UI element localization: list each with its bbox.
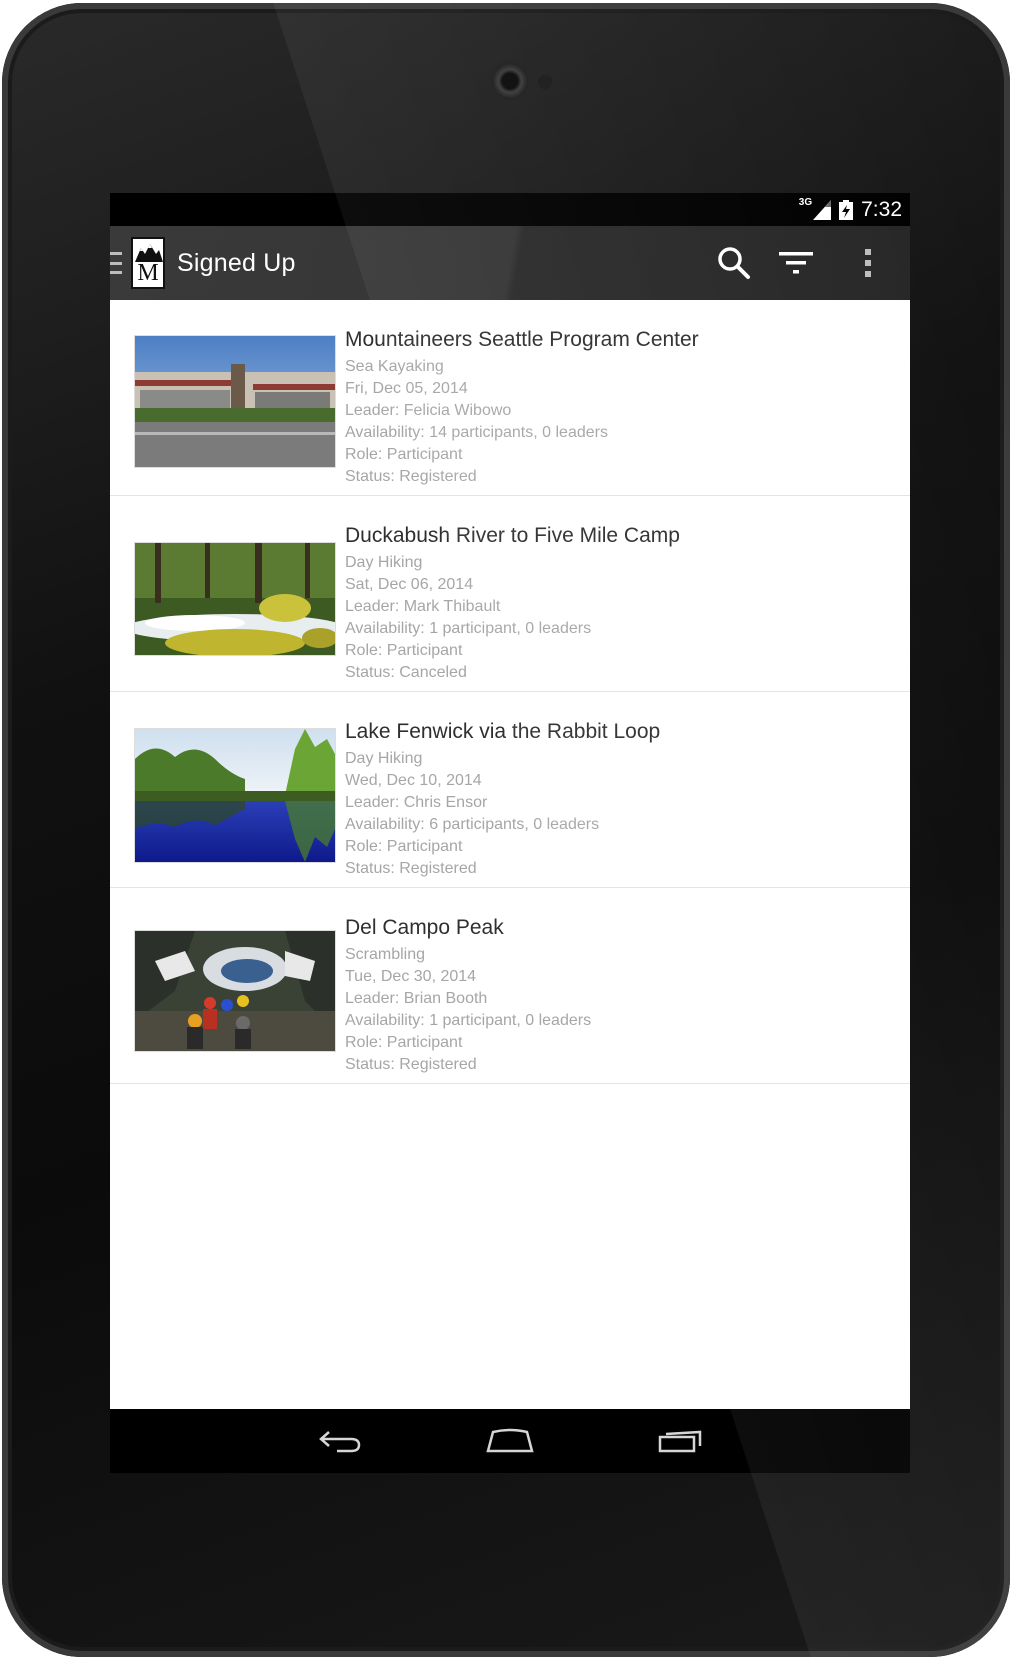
signal-strength-icon [813, 199, 832, 220]
building-photo [134, 335, 336, 468]
event-date: Sat, Dec 06, 2014 [345, 576, 474, 593]
search-button[interactable] [714, 243, 754, 283]
network-type-label: 3G [798, 197, 813, 208]
event-info: Del Campo Peak Scrambling Tue, Dec 30, 2… [345, 914, 591, 1076]
event-title: Del Campo Peak [345, 916, 504, 939]
river-photo [134, 542, 336, 656]
event-list: Mountaineers Seattle Program Center Sea … [110, 300, 910, 1084]
overflow-menu-icon [865, 249, 871, 277]
event-role: Role: Participant [345, 1034, 463, 1051]
page-title: Signed Up [177, 248, 296, 277]
event-role: Role: Participant [345, 642, 463, 659]
overflow-menu-button[interactable] [848, 243, 888, 283]
drawer-icon[interactable] [110, 252, 124, 274]
event-activity: Scrambling [345, 946, 426, 963]
climbers-photo [134, 930, 336, 1052]
event-availability: Availability: 14 participants, 0 leaders [345, 424, 608, 441]
event-availability: Availability: 1 participant, 0 leaders [345, 1012, 592, 1029]
event-info: Duckabush River to Five Mile Camp Day Hi… [345, 522, 680, 684]
status-bar: 3G 7:32 [110, 193, 910, 226]
event-leader: Leader: Brian Booth [345, 990, 488, 1007]
event-status: Status: Registered [345, 860, 477, 877]
tablet-device-frame: 3G 7:32 M Signed Up Mountaineers Seattle… [2, 3, 1010, 1657]
battery-icon [839, 199, 854, 220]
event-list-item[interactable]: Mountaineers Seattle Program Center Sea … [110, 300, 910, 496]
logo-letter: M [137, 260, 159, 286]
home-button[interactable] [480, 1421, 540, 1461]
action-bar: M Signed Up [110, 226, 910, 300]
event-leader: Leader: Felicia Wibowo [345, 402, 512, 419]
back-icon [319, 1431, 361, 1453]
event-list-item[interactable]: Lake Fenwick via the Rabbit Loop Day Hik… [110, 692, 910, 888]
event-date: Wed, Dec 10, 2014 [345, 772, 482, 789]
system-nav-bar [110, 1409, 910, 1473]
event-activity: Day Hiking [345, 750, 423, 767]
event-availability: Availability: 6 participants, 0 leaders [345, 816, 600, 833]
event-info: Mountaineers Seattle Program Center Sea … [345, 326, 699, 488]
event-availability: Availability: 1 participant, 0 leaders [345, 620, 592, 637]
event-title: Mountaineers Seattle Program Center [345, 328, 699, 351]
clock: 7:32 [861, 197, 902, 221]
event-role: Role: Participant [345, 838, 463, 855]
search-icon [718, 247, 750, 279]
event-date: Tue, Dec 30, 2014 [345, 968, 477, 985]
event-title: Duckabush River to Five Mile Camp [345, 524, 680, 547]
event-status: Status: Canceled [345, 664, 467, 681]
event-info: Lake Fenwick via the Rabbit Loop Day Hik… [345, 718, 660, 880]
recents-icon [658, 1430, 702, 1453]
event-list-item[interactable]: Duckabush River to Five Mile Camp Day Hi… [110, 496, 910, 692]
event-status: Status: Registered [345, 1056, 477, 1073]
app-logo[interactable]: M [131, 237, 165, 289]
event-leader: Leader: Chris Ensor [345, 794, 488, 811]
event-role: Role: Participant [345, 446, 463, 463]
lake-photo [134, 728, 336, 863]
event-activity: Sea Kayaking [345, 358, 444, 375]
filter-button[interactable] [776, 243, 816, 283]
mountain-logo-icon [135, 244, 163, 262]
event-list-item[interactable]: Del Campo Peak Scrambling Tue, Dec 30, 2… [110, 888, 910, 1084]
event-status: Status: Registered [345, 468, 477, 485]
event-leader: Leader: Mark Thibault [345, 598, 501, 615]
recents-button[interactable] [650, 1421, 710, 1461]
event-title: Lake Fenwick via the Rabbit Loop [345, 720, 661, 743]
event-activity: Day Hiking [345, 554, 423, 571]
screen: 3G 7:32 M Signed Up Mountaineers Seattle… [110, 193, 910, 1473]
event-date: Fri, Dec 05, 2014 [345, 380, 468, 397]
back-button[interactable] [310, 1421, 370, 1461]
home-icon [486, 1428, 534, 1453]
filter-icon [779, 252, 813, 274]
front-camera [492, 63, 528, 99]
light-sensor [538, 75, 552, 89]
